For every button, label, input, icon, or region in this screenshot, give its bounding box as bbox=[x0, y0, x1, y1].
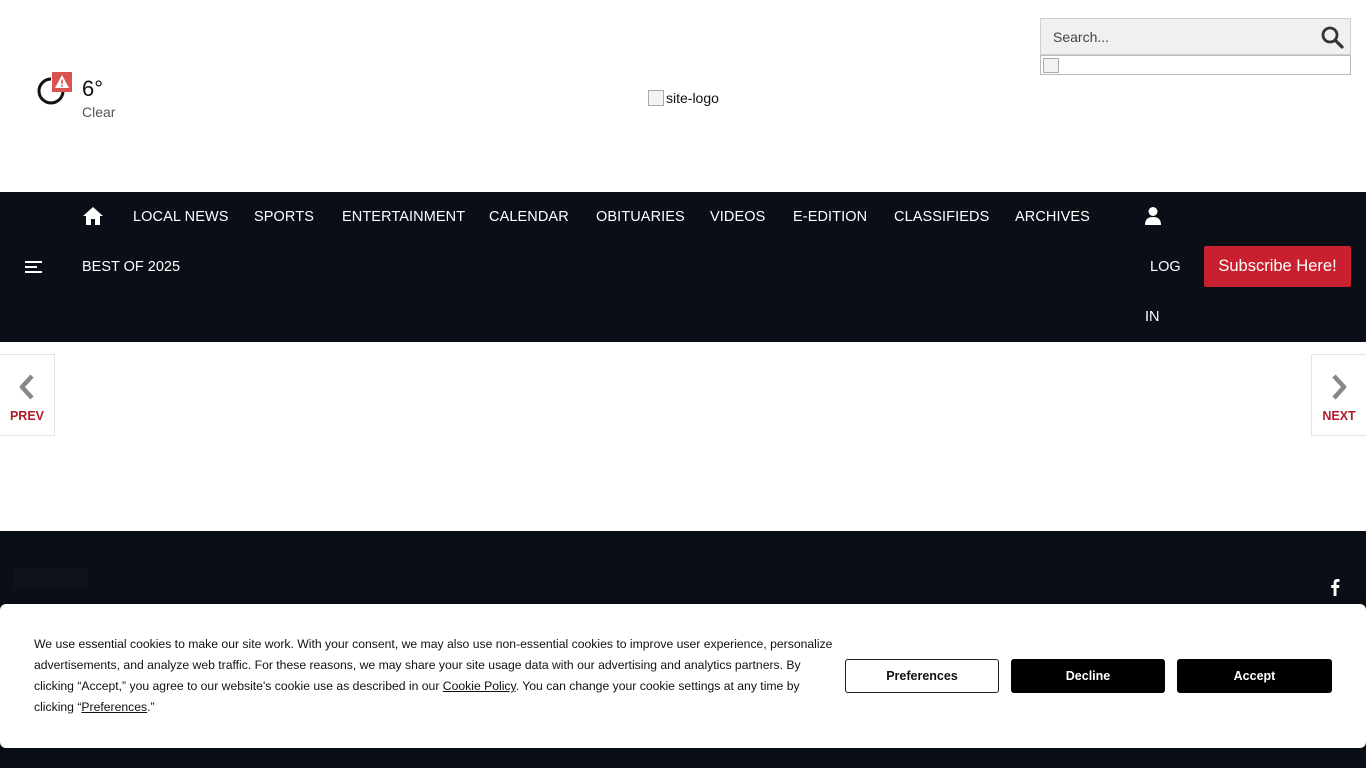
site-header: 6° Clear site-logo bbox=[0, 0, 1366, 192]
footer-logo-placeholder bbox=[14, 569, 88, 589]
nav-item-archives[interactable]: ARCHIVES bbox=[1015, 209, 1090, 225]
cookie-notice-text: We use essential cookies to make our sit… bbox=[34, 634, 834, 718]
search-icon bbox=[1321, 26, 1344, 49]
search-button[interactable] bbox=[1320, 25, 1344, 49]
cookie-banner: We use essential cookies to make our sit… bbox=[0, 604, 1366, 748]
warning-triangle-icon[interactable] bbox=[52, 72, 72, 92]
cookie-policy-link[interactable]: Cookie Policy bbox=[443, 679, 516, 693]
nav-item-entertainment[interactable]: ENTERTAINMENT bbox=[342, 209, 465, 225]
subscribe-button[interactable]: Subscribe Here! bbox=[1204, 246, 1351, 287]
nav-item-obituaries[interactable]: OBITUARIES bbox=[596, 209, 685, 225]
cookie-accept-button[interactable]: Accept bbox=[1177, 659, 1332, 693]
header-ad-slot[interactable] bbox=[1040, 55, 1351, 75]
login-link[interactable]: LOG bbox=[1150, 259, 1181, 275]
main-navigation: LOCAL NEWS SPORTS ENTERTAINMENT CALENDAR… bbox=[0, 192, 1366, 342]
nav-item-videos[interactable]: VIDEOS bbox=[710, 209, 765, 225]
cookie-preferences-button[interactable]: Preferences bbox=[845, 659, 999, 693]
nav-item-local-news[interactable]: LOCAL NEWS bbox=[133, 209, 229, 225]
home-icon[interactable] bbox=[82, 206, 104, 226]
next-button[interactable]: NEXT bbox=[1311, 354, 1366, 436]
search-box bbox=[1040, 18, 1351, 55]
site-logo-alt-text: site-logo bbox=[666, 90, 719, 106]
login-link-continued[interactable]: IN bbox=[1145, 309, 1160, 325]
nav-item-best-of[interactable]: BEST OF 2025 bbox=[82, 259, 180, 275]
weather-temperature: 6° bbox=[82, 76, 104, 101]
nav-item-classifieds[interactable]: CLASSIFIEDS bbox=[894, 209, 989, 225]
chevron-left-icon bbox=[19, 374, 34, 400]
nav-item-calendar[interactable]: CALENDAR bbox=[489, 209, 569, 225]
broken-image-icon bbox=[648, 90, 664, 106]
search-input[interactable] bbox=[1041, 19, 1311, 54]
next-label: NEXT bbox=[1322, 409, 1356, 423]
facebook-icon[interactable] bbox=[1328, 578, 1342, 596]
cookie-decline-button[interactable]: Decline bbox=[1011, 659, 1165, 693]
chevron-right-icon bbox=[1332, 374, 1347, 400]
prev-button[interactable]: PREV bbox=[0, 354, 55, 436]
nav-item-sports[interactable]: SPORTS bbox=[254, 209, 314, 225]
broken-image-icon bbox=[1043, 58, 1059, 73]
hamburger-menu-icon[interactable] bbox=[24, 258, 44, 276]
cookie-preferences-link[interactable]: Preferences bbox=[81, 700, 147, 714]
site-logo[interactable]: site-logo bbox=[648, 88, 719, 108]
cookie-text-3: .” bbox=[147, 700, 155, 714]
weather-condition: Clear bbox=[82, 104, 116, 120]
nav-item-e-edition[interactable]: E-EDITION bbox=[793, 209, 867, 225]
weather-widget[interactable]: 6° Clear bbox=[36, 72, 156, 128]
user-icon[interactable] bbox=[1144, 206, 1162, 226]
prev-label: PREV bbox=[9, 409, 45, 423]
